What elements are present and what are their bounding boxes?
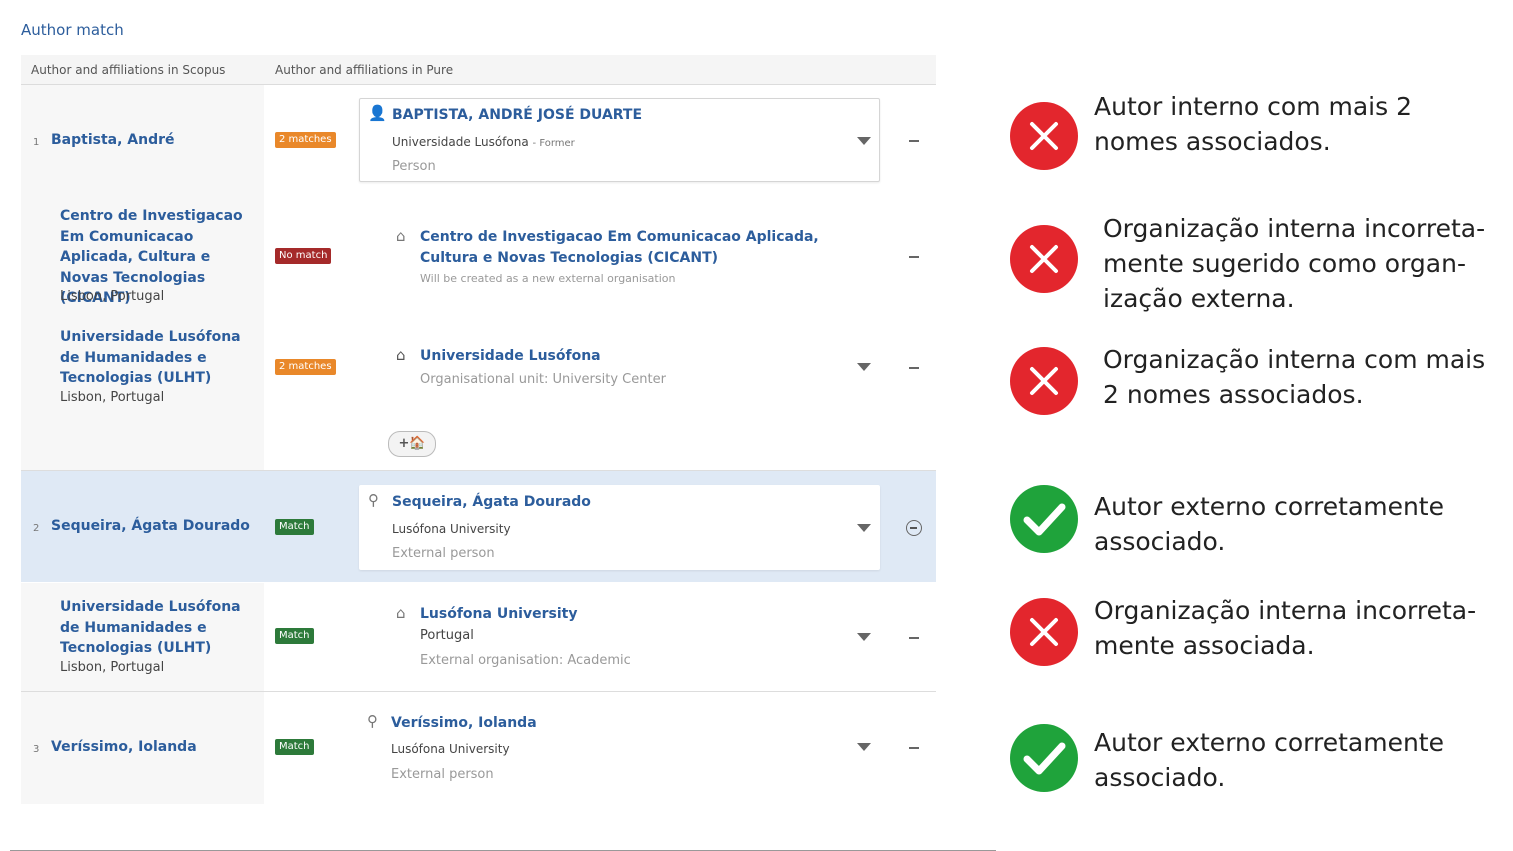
pure-person-select[interactable]: ⚲ Sequeira, Ágata Dourado Lusófona Unive… (359, 485, 880, 570)
remove-circle-icon[interactable] (906, 520, 922, 536)
pure-person-org: Universidade Lusófona - Former (392, 135, 575, 149)
pure-org-type: External organisation: Academic (420, 653, 631, 668)
pure-person-org: Lusófona University (391, 742, 510, 756)
row-divider (21, 691, 936, 692)
affiliation-location: Lisbon, Portugal (60, 390, 165, 405)
person-outline-icon: ⚲ (368, 491, 379, 509)
match-badge: Match (275, 739, 314, 755)
pure-org-name[interactable]: Centro de Investigacao Em Comunicacao Ap… (420, 227, 870, 269)
remove-icon[interactable] (909, 256, 919, 258)
chevron-down-icon[interactable] (857, 363, 871, 371)
remove-icon[interactable] (909, 747, 919, 749)
pure-person-name[interactable]: Sequeira, Ágata Dourado (392, 492, 591, 513)
author-number: 2 (33, 523, 40, 534)
annotation-text: Organização interna incorreta-mente suge… (1103, 214, 1486, 313)
pure-person-type: External person (391, 767, 494, 782)
x-circle-icon (1010, 102, 1078, 170)
affiliation-location: Lisbon, Portugal (60, 289, 165, 304)
annotation-text: Autor interno com mais 2 nomes associado… (1094, 92, 1413, 156)
remove-icon[interactable] (909, 140, 919, 142)
scopus-column-header: Author and affiliations in Scopus (31, 63, 226, 77)
x-circle-icon (1010, 598, 1078, 666)
chevron-down-icon[interactable] (857, 524, 871, 532)
pure-org-country: Portugal (420, 628, 474, 643)
pure-person-org: Lusófona University (392, 522, 511, 536)
annotation-text: Organização interna com mais 2 nomes ass… (1103, 345, 1486, 409)
scopus-affiliation-name[interactable]: Universidade Lusófona de Humanidades e T… (60, 597, 260, 659)
x-circle-icon (1010, 347, 1078, 415)
pure-column-header: Author and affiliations in Pure (275, 63, 454, 77)
match-badge: 2 matches (275, 132, 336, 148)
scopus-affiliation-name[interactable]: Universidade Lusófona de Humanidades e T… (60, 327, 260, 389)
check-circle-icon (1010, 485, 1078, 553)
home-outline-icon: ⌂ (396, 604, 406, 622)
remove-icon[interactable] (909, 637, 919, 639)
row-divider (21, 470, 936, 471)
author-name[interactable]: Sequeira, Ágata Dourado (51, 518, 250, 534)
author-name[interactable]: Baptista, André (51, 132, 175, 148)
home-icon: ⌂ (396, 346, 406, 364)
pure-person-select[interactable]: 👤 BAPTISTA, ANDRÉ JOSÉ DUARTE Universida… (359, 98, 880, 182)
pure-org-type: Organisational unit: University Center (420, 372, 666, 387)
pure-person-name[interactable]: BAPTISTA, ANDRÉ JOSÉ DUARTE (392, 105, 642, 126)
pure-person-name[interactable]: Veríssimo, Iolanda (391, 713, 537, 734)
match-badge: 2 matches (275, 359, 336, 375)
check-circle-icon (1010, 724, 1078, 792)
person-outline-icon: ⚲ (367, 712, 378, 730)
chevron-down-icon[interactable] (857, 633, 871, 641)
x-circle-icon (1010, 225, 1078, 293)
table-header: Author and affiliations in Scopus Author… (21, 55, 936, 85)
chevron-down-icon[interactable] (857, 137, 871, 145)
remove-icon[interactable] (909, 367, 919, 369)
affiliation-location: Lisbon, Portugal (60, 660, 165, 675)
chevron-down-icon[interactable] (857, 743, 871, 751)
match-badge: Match (275, 628, 314, 644)
author-number: 1 (33, 137, 40, 148)
author-name[interactable]: Veríssimo, Iolanda (51, 739, 197, 755)
annotation-text: Autor externo corretamente associado. (1094, 728, 1444, 792)
home-outline-icon: ⌂ (396, 227, 406, 245)
pure-org-name[interactable]: Universidade Lusófona (420, 346, 601, 367)
match-badge: Match (275, 519, 314, 535)
match-badge: No match (275, 248, 332, 264)
pure-org-name[interactable]: Lusófona University (420, 604, 577, 625)
author-number: 3 (33, 744, 40, 755)
person-icon: 👤 (368, 104, 387, 122)
annotation-text: Organização interna incorreta-mente asso… (1094, 596, 1477, 660)
pure-person-type: Person (392, 159, 436, 174)
pure-org-note: Will be created as a new external organi… (420, 272, 676, 285)
page-title: Author match (21, 21, 124, 39)
pure-person-type: External person (392, 546, 495, 561)
annotation-text: Autor externo corretamente associado. (1094, 492, 1444, 556)
add-organisation-button[interactable]: +🏠 (388, 431, 436, 457)
